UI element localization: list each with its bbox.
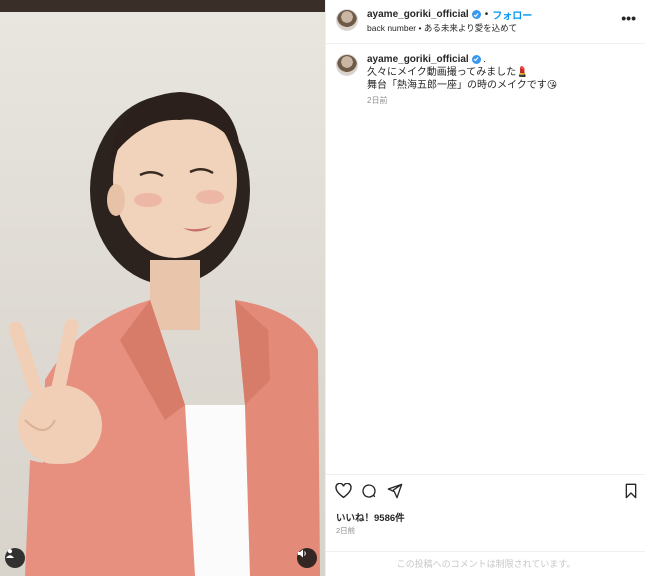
post-timestamp: 2日前 bbox=[336, 526, 356, 535]
post-side-panel: ayame_goriki_official • フォロー back number… bbox=[325, 0, 645, 576]
speaker-icon bbox=[298, 549, 306, 558]
caption-dot: . bbox=[483, 54, 487, 65]
caption-timestamp: 2日前 bbox=[367, 96, 388, 105]
avatar[interactable] bbox=[336, 54, 358, 76]
user-icon bbox=[6, 549, 14, 558]
caption-username[interactable]: ayame_goriki_official bbox=[367, 54, 469, 65]
post-media[interactable] bbox=[0, 0, 325, 576]
comment-icon[interactable] bbox=[361, 483, 377, 504]
follow-button[interactable]: フォロー bbox=[492, 7, 532, 22]
share-icon[interactable] bbox=[387, 483, 403, 504]
bookmark-icon[interactable] bbox=[624, 483, 638, 504]
verified-badge-icon bbox=[471, 54, 481, 64]
verified-badge-icon bbox=[471, 10, 481, 19]
tagged-users-button[interactable] bbox=[5, 548, 25, 568]
caption-line-1: 久々にメイク動画撮ってみました💄 bbox=[367, 67, 529, 78]
header-separator: • bbox=[484, 9, 489, 20]
avatar[interactable] bbox=[336, 9, 358, 31]
action-icons-row bbox=[326, 482, 645, 504]
engagement-section: いいね！9586件 2日前 この投稿へのコメントは制限されています。 bbox=[326, 474, 645, 576]
header-name-row: ayame_goriki_official • フォロー bbox=[367, 7, 532, 22]
likes-count[interactable]: いいね！9586件 bbox=[336, 510, 405, 524]
heart-icon[interactable] bbox=[335, 482, 352, 504]
post-photo bbox=[8, 92, 320, 576]
caption-body: ayame_goriki_official . 久々にメイク動画撮ってみました💄… bbox=[367, 53, 632, 107]
post-header: ayame_goriki_official • フォロー back number… bbox=[326, 0, 645, 44]
comments-disabled-notice: この投稿へのコメントは制限されています。 bbox=[326, 551, 645, 576]
audio-toggle-button[interactable] bbox=[297, 548, 317, 568]
caption-section: ayame_goriki_official . 久々にメイク動画撮ってみました💄… bbox=[326, 44, 645, 474]
more-options-icon[interactable]: ••• bbox=[621, 10, 636, 26]
caption-line-2: 舞台「熱海五郎一座」の時のメイクです😘 bbox=[367, 80, 558, 91]
header-username[interactable]: ayame_goriki_official bbox=[367, 9, 469, 20]
audio-track-link[interactable]: back number • ある未来より愛を込めて bbox=[367, 22, 517, 34]
